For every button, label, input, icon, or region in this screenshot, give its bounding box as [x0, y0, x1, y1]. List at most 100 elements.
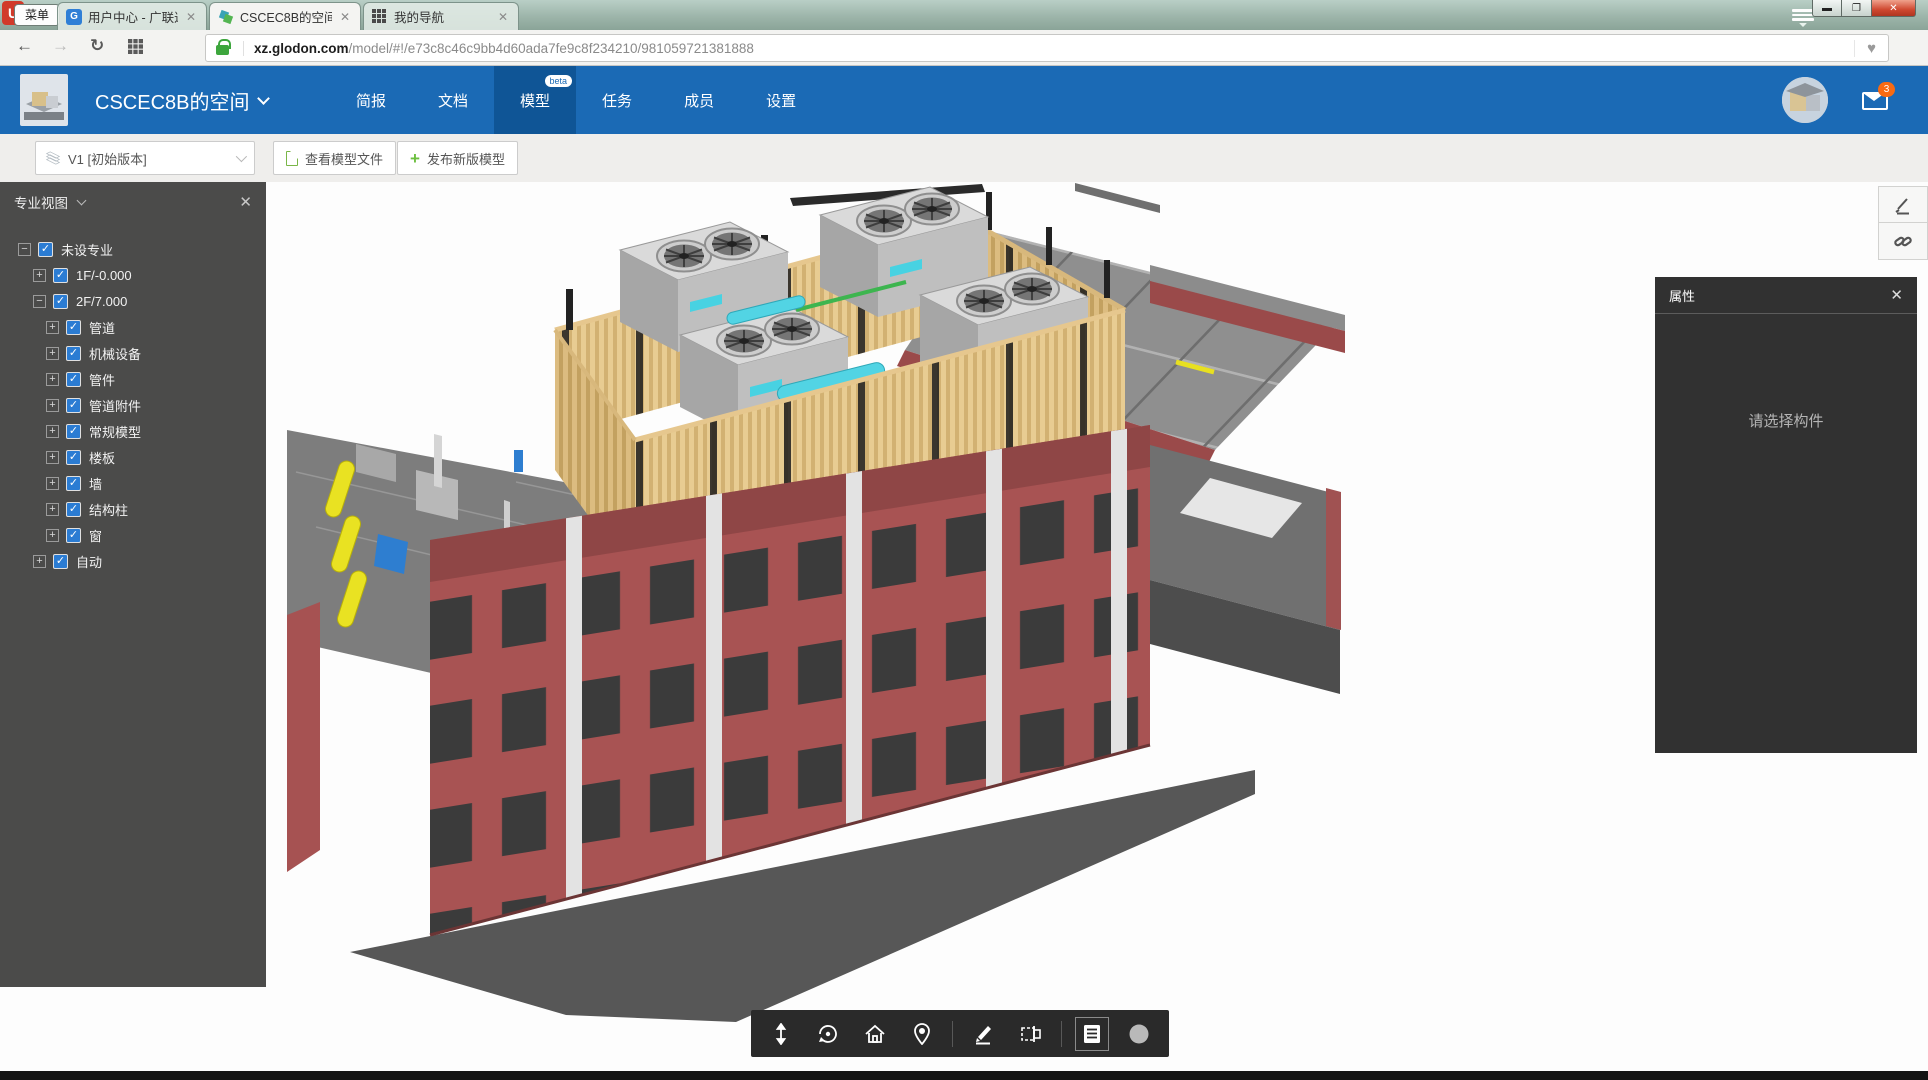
tree-item[interactable]: + ✓ 自动 — [0, 548, 266, 574]
refresh-icon[interactable]: ↻ — [90, 36, 104, 56]
visibility-checkbox[interactable]: ✓ — [66, 320, 81, 335]
tree-item-label: 常规模型 — [89, 422, 141, 441]
close-tab-icon[interactable]: ✕ — [496, 10, 510, 24]
tree-item[interactable]: +✓管件 — [0, 366, 266, 392]
visibility-checkbox[interactable]: ✓ — [53, 554, 68, 569]
viewer-toolbar — [751, 1010, 1169, 1057]
component-list-icon[interactable] — [1075, 1017, 1109, 1051]
tree-item[interactable]: + ✓ 墙 — [0, 470, 266, 496]
workspace-switcher[interactable]: CSCEC8B的空间 — [95, 66, 268, 134]
back-icon[interactable]: ← — [16, 36, 33, 56]
tree-item-label: 墙 — [89, 474, 102, 493]
collapse-icon[interactable]: − — [18, 243, 31, 256]
visibility-checkbox[interactable]: ✓ — [66, 528, 81, 543]
tree-item[interactable]: + ✓ 常规模型 — [0, 418, 266, 444]
orbit-icon[interactable] — [811, 1017, 845, 1051]
tree-item[interactable]: + ✓ 楼板 — [0, 444, 266, 470]
plus-icon: + — [410, 151, 420, 166]
tree-item[interactable]: +✓1F/-0.000 — [0, 262, 266, 288]
expand-icon[interactable]: + — [46, 321, 59, 334]
glodon-user-icon: G — [66, 9, 82, 25]
tree-item-label: 楼板 — [89, 448, 115, 467]
tree-item[interactable]: −✓未设专业 — [0, 236, 266, 262]
bookmark-heart-icon[interactable]: ♥ — [1854, 40, 1888, 57]
share-link-button[interactable] — [1878, 223, 1928, 260]
model-viewport[interactable]: 专业视图 ✕ −✓未设专业+✓1F/-0.000−✓2F/7.000+✓管道+✓… — [0, 182, 1928, 1071]
home-view-icon[interactable] — [858, 1017, 892, 1051]
markup-icon[interactable] — [966, 1017, 1000, 1051]
properties-close-icon[interactable]: ✕ — [1890, 286, 1903, 304]
visibility-checkbox[interactable]: ✓ — [66, 424, 81, 439]
tree-item-label: 自动 — [76, 552, 102, 571]
nav-documents[interactable]: 文档 — [412, 66, 494, 134]
expand-icon[interactable]: + — [46, 347, 59, 360]
tree-item[interactable]: +✓结构柱 — [0, 496, 266, 522]
workspace-title: CSCEC8B的空间 — [95, 86, 249, 115]
expand-icon[interactable]: + — [46, 425, 59, 438]
browser-menu-button[interactable]: 菜单 — [14, 4, 60, 26]
visibility-checkbox[interactable]: ✓ — [66, 346, 81, 361]
tree-item-label: 管道 — [89, 318, 115, 337]
main-nav: 简报 文档 模型beta 任务 成员 设置 — [330, 66, 822, 134]
tree-item[interactable]: −✓2F/7.000 — [0, 288, 266, 314]
window-minimize-button[interactable]: ▬ — [1812, 0, 1842, 17]
expand-icon[interactable]: + — [46, 373, 59, 386]
version-select[interactable]: V1 [初始版本] — [35, 141, 255, 175]
browser-tab-2-active[interactable]: CSCEC8B的空间 - 协筑 ✕ — [209, 2, 361, 30]
window-close-button[interactable]: ✕ — [1872, 0, 1916, 17]
expand-icon[interactable]: + — [46, 503, 59, 516]
tree-item[interactable]: + ✓ 管道附件 — [0, 392, 266, 418]
tree-item[interactable]: +✓机械设备 — [0, 340, 266, 366]
apps-grid-icon — [372, 9, 388, 25]
record-icon[interactable] — [1122, 1017, 1156, 1051]
close-tab-icon[interactable]: ✕ — [338, 10, 352, 24]
visibility-checkbox[interactable]: ✓ — [53, 294, 68, 309]
tree-item[interactable]: + ✓ 管道 — [0, 314, 266, 340]
tree-item-label: 管道附件 — [89, 396, 141, 415]
expand-icon[interactable]: + — [46, 399, 59, 412]
visibility-checkbox[interactable]: ✓ — [66, 476, 81, 491]
specialty-tree: −✓未设专业+✓1F/-0.000−✓2F/7.000+✓管道+✓机械设备+✓管… — [0, 222, 266, 574]
apps-grid-icon[interactable] — [128, 39, 143, 59]
walkthrough-icon[interactable] — [905, 1017, 939, 1051]
expand-icon[interactable]: + — [33, 269, 46, 282]
nav-settings[interactable]: 设置 — [740, 66, 822, 134]
forward-icon[interactable]: → — [52, 36, 69, 56]
close-tab-icon[interactable]: ✕ — [184, 10, 198, 24]
nav-briefing[interactable]: 简报 — [330, 66, 412, 134]
visibility-checkbox[interactable]: ✓ — [66, 450, 81, 465]
pan-vertical-icon[interactable] — [764, 1017, 798, 1051]
visibility-checkbox[interactable]: ✓ — [38, 242, 53, 257]
expand-icon[interactable]: + — [46, 529, 59, 542]
markup-pencil-button[interactable] — [1878, 186, 1928, 223]
publish-new-version-button[interactable]: + 发布新版模型 — [397, 141, 518, 175]
collapse-icon[interactable]: − — [33, 295, 46, 308]
visibility-checkbox[interactable]: ✓ — [66, 398, 81, 413]
section-box-icon[interactable] — [1014, 1017, 1048, 1051]
visibility-checkbox[interactable]: ✓ — [66, 372, 81, 387]
nav-tasks[interactable]: 任务 — [576, 66, 658, 134]
visibility-checkbox[interactable]: ✓ — [66, 502, 81, 517]
chevron-down-icon[interactable] — [77, 196, 87, 206]
sidebar-close-icon[interactable]: ✕ — [239, 193, 252, 211]
user-avatar[interactable] — [1782, 77, 1828, 123]
browser-tab-3[interactable]: 我的导航 ✕ — [363, 2, 519, 30]
properties-empty-hint: 请选择构件 — [1655, 410, 1917, 431]
document-icon — [286, 151, 298, 166]
expand-icon[interactable]: + — [33, 555, 46, 568]
visibility-checkbox[interactable]: ✓ — [53, 268, 68, 283]
nav-members[interactable]: 成员 — [658, 66, 740, 134]
browser-tab-1[interactable]: G 用户中心 - 广联达 ✕ — [57, 2, 207, 30]
view-model-file-button[interactable]: 查看模型文件 — [273, 141, 396, 175]
tree-item[interactable]: + ✓ 窗 — [0, 522, 266, 548]
nav-model[interactable]: 模型beta — [494, 66, 576, 134]
bim-3d-model[interactable] — [266, 182, 1656, 1071]
expand-icon[interactable]: + — [46, 451, 59, 464]
address-bar[interactable]: xz.glodon.com/model/#!/e73c8c46c9bb4d60a… — [205, 34, 1889, 62]
xiezhu-logo-icon — [218, 9, 234, 25]
tree-item-label: 窗 — [89, 526, 102, 545]
window-maximize-button[interactable]: ❐ — [1842, 0, 1872, 17]
expand-icon[interactable]: + — [46, 477, 59, 490]
browser-menu-icon[interactable] — [1792, 7, 1814, 23]
version-bar: V1 [初始版本] 查看模型文件 + 发布新版模型 — [0, 134, 1928, 182]
